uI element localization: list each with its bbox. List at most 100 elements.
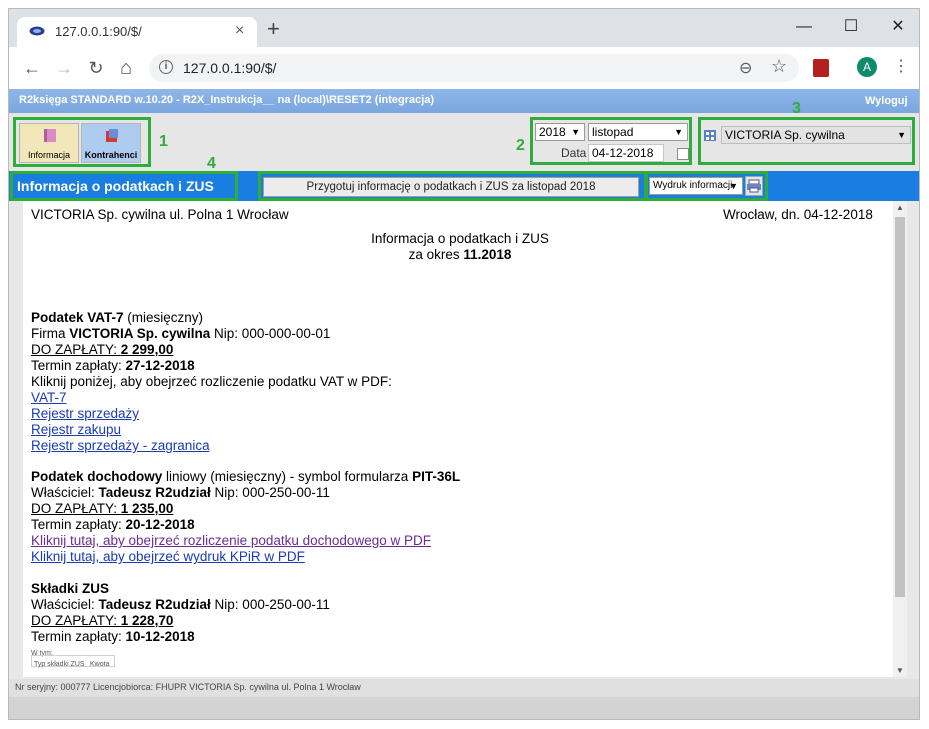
header-left: VICTORIA Sp. cywilna ul. Polna 1 Wrocław bbox=[31, 207, 289, 222]
profile-avatar[interactable]: A bbox=[857, 57, 877, 77]
sales-register-link[interactable]: Rejestr sprzedaży bbox=[31, 406, 139, 422]
home-button[interactable]: ⌂ bbox=[115, 57, 137, 79]
tab-close-icon[interactable]: × bbox=[235, 22, 244, 40]
firm-nip: Nip: 000-000-00-01 bbox=[210, 326, 331, 341]
app-toolbar: Informacja Kontrahenci 1 2018 ▼ listopad… bbox=[9, 100, 919, 171]
period-prefix: za okres bbox=[408, 247, 464, 262]
income-heading-text: Podatek dochodowy bbox=[31, 469, 163, 484]
kpir-pdf-link[interactable]: Kliknij tutaj, aby obejrzeć wydruk KPiR … bbox=[31, 549, 305, 565]
close-window-button[interactable]: ✕ bbox=[883, 15, 913, 39]
zus-deadline-value: 10-12-2018 bbox=[125, 629, 195, 644]
status-footer: Nr seryjny: 000777 Licencjobiorca: FHUPR… bbox=[9, 679, 919, 697]
minimize-button[interactable]: — bbox=[789, 15, 819, 39]
app-title: R2księga STANDARD w.10.20 - R2X_Instrukc… bbox=[19, 94, 435, 106]
zus-owner-nip: Nip: 000-250-00-11 bbox=[210, 597, 330, 612]
month-select[interactable]: listopad ▼ bbox=[588, 123, 688, 141]
print-select[interactable]: Wydruk informacji ▼ bbox=[649, 177, 743, 195]
callout-2: 2 bbox=[516, 137, 525, 154]
bottom-panel bbox=[9, 697, 919, 719]
report-content: VICTORIA Sp. cywilna ul. Polna 1 Wrocław… bbox=[23, 201, 907, 677]
year-select[interactable]: 2018 ▼ bbox=[535, 123, 585, 141]
scroll-down-icon[interactable]: ▼ bbox=[895, 666, 905, 675]
section-bar: Informacja o podatkach i ZUS Przygotuj i… bbox=[9, 171, 919, 201]
date-checkbox[interactable] bbox=[677, 148, 689, 160]
purchase-register-link[interactable]: Rejestr zakupu bbox=[31, 422, 121, 438]
income-form: PIT-36L bbox=[412, 469, 461, 484]
callout-1: 1 bbox=[159, 133, 168, 150]
logout-link[interactable]: Wyloguj bbox=[865, 95, 908, 107]
income-tax-pdf-link[interactable]: Kliknij tutaj, aby obejrzeć rozliczenie … bbox=[31, 533, 431, 549]
prepare-info-button[interactable]: Przygotuj informację o podatkach i ZUS z… bbox=[263, 177, 639, 197]
date-value: 04-12-2018 bbox=[592, 146, 654, 160]
scroll-up-icon[interactable]: ▲ bbox=[895, 203, 905, 212]
tab-strip: 127.0.0.1:90/$/ × + — ☐ ✕ bbox=[9, 9, 919, 47]
zus-owner-name: Tadeusz R2udział bbox=[98, 597, 211, 612]
browser-window: 127.0.0.1:90/$/ × + — ☐ ✕ ← → ↻ ⌂ i 127.… bbox=[8, 8, 920, 720]
callout-4: 4 bbox=[207, 155, 216, 172]
forward-button[interactable]: → bbox=[53, 57, 75, 79]
vat-heading-text: Podatek VAT-7 bbox=[31, 310, 124, 325]
print-button[interactable] bbox=[745, 176, 763, 196]
income-deadline-value: 20-12-2018 bbox=[125, 517, 195, 532]
chevron-down-icon: ▼ bbox=[674, 127, 683, 137]
zus-due-label: DO ZAPŁATY: bbox=[31, 613, 121, 628]
zus-table-header: Typ składki ZUS Kwota bbox=[31, 655, 115, 668]
pdf-extension-icon[interactable] bbox=[813, 59, 829, 77]
new-tab-button[interactable]: + bbox=[267, 18, 280, 40]
firm-name: VICTORIA Sp. cywilna bbox=[69, 326, 211, 341]
company-select[interactable]: VICTORIA Sp. cywilna ▼ bbox=[721, 126, 911, 144]
foreign-sales-register-link[interactable]: Rejestr sprzedaży - zagranica bbox=[31, 438, 210, 454]
zus-owner: Właściciel: Tadeusz R2udział Nip: 000-25… bbox=[31, 597, 330, 613]
vat7-link[interactable]: VAT-7 bbox=[31, 390, 67, 406]
browser-toolbar: ← → ↻ ⌂ i 127.0.0.1:90/$/ ⊖ ☆ A ⋮ bbox=[9, 47, 919, 89]
vat-deadline: Termin zapłaty: 27-12-2018 bbox=[31, 358, 195, 374]
vat-heading: Podatek VAT-7 (miesięczny) bbox=[31, 310, 203, 326]
printer-icon bbox=[747, 179, 761, 193]
company-value: VICTORIA Sp. cywilna bbox=[725, 128, 845, 142]
section-title: Informacja o podatkach i ZUS bbox=[17, 178, 214, 194]
header-right: Wrocław, dn. 04-12-2018 bbox=[723, 207, 873, 222]
income-deadline: Termin zapłaty: 20-12-2018 bbox=[31, 517, 195, 533]
vat-deadline-label: Termin zapłaty: bbox=[31, 358, 126, 373]
date-label: Data bbox=[561, 146, 587, 160]
site-info-icon[interactable]: i bbox=[159, 60, 173, 74]
zus-deadline-label: Termin zapłaty: bbox=[31, 629, 126, 644]
bookmark-star-icon[interactable]: ☆ bbox=[771, 56, 787, 77]
date-field[interactable]: 04-12-2018 bbox=[588, 144, 664, 162]
back-button[interactable]: ← bbox=[21, 57, 43, 79]
income-heading: Podatek dochodowy liniowy (miesięczny) -… bbox=[31, 469, 460, 485]
callout-3: 3 bbox=[792, 100, 801, 117]
year-value: 2018 bbox=[539, 125, 566, 139]
vat-due-amount: 2 299,00 bbox=[120, 342, 174, 357]
content-scrollbar[interactable]: ▲ ▼ bbox=[893, 201, 907, 677]
address-bar[interactable]: i 127.0.0.1:90/$/ ⊖ ☆ bbox=[149, 54, 799, 82]
vat-firm: Firma VICTORIA Sp. cywilna Nip: 000-000-… bbox=[31, 326, 330, 342]
income-heading-mid: liniowy (miesięczny) - symbol formularza bbox=[162, 469, 413, 484]
browser-tab[interactable]: 127.0.0.1:90/$/ × bbox=[17, 17, 257, 47]
app-title-bar: R2księga STANDARD w.10.20 - R2X_Instrukc… bbox=[9, 89, 919, 113]
zus-owner-label: Właściciel: bbox=[31, 597, 99, 612]
owner-nip: Nip: 000-250-00-11 bbox=[210, 485, 330, 500]
url-text[interactable]: 127.0.0.1:90/$/ bbox=[183, 60, 276, 76]
chevron-down-icon: ▼ bbox=[571, 127, 580, 137]
zoom-icon[interactable]: ⊖ bbox=[739, 58, 752, 78]
vat-heading-suffix: (miesięczny) bbox=[123, 310, 204, 325]
report-period: za okres 11.2018 bbox=[31, 247, 889, 263]
browser-menu-icon[interactable]: ⋮ bbox=[893, 57, 909, 77]
tab-title: 127.0.0.1:90/$/ bbox=[55, 24, 142, 39]
income-due-label: DO ZAPŁATY: bbox=[31, 501, 121, 516]
callout-box-1 bbox=[13, 117, 151, 167]
reload-button[interactable]: ↻ bbox=[85, 57, 107, 79]
owner-label: Właściciel: bbox=[31, 485, 99, 500]
app-area: R2księga STANDARD w.10.20 - R2X_Instrukc… bbox=[9, 89, 919, 719]
maximize-button[interactable]: ☐ bbox=[836, 15, 866, 39]
period-value: 11.2018 bbox=[463, 247, 512, 262]
zus-heading-text: Składki ZUS bbox=[31, 581, 110, 596]
zus-col-type: Typ składki ZUS bbox=[34, 661, 85, 668]
print-value: Wydruk informacji bbox=[653, 180, 733, 191]
scroll-thumb[interactable] bbox=[895, 217, 905, 597]
firm-prefix: Firma bbox=[31, 326, 70, 341]
report-title: Informacja o podatkach i ZUS bbox=[371, 231, 549, 246]
vat-due-label: DO ZAPŁATY: bbox=[31, 342, 121, 357]
zus-due-amount: 1 228,70 bbox=[120, 613, 174, 628]
